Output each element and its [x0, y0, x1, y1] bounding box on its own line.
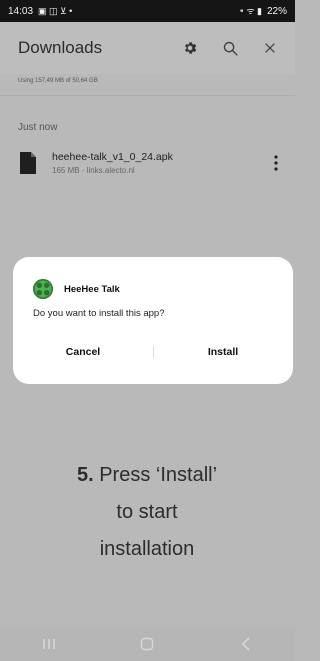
app-logo-icon — [32, 278, 54, 300]
instruction-step-text: Press ‘Install’ — [99, 464, 218, 486]
recent-apps-icon — [43, 639, 55, 649]
search-button[interactable] — [219, 37, 241, 59]
toolbar-actions — [179, 37, 281, 59]
gear-icon — [185, 42, 197, 54]
search-icon — [223, 41, 238, 56]
more-options-button[interactable] — [269, 151, 283, 175]
instruction-line-1: 5. Press ‘Install’ — [18, 457, 276, 494]
notification-icons: ▣ ◫ ⊻ • — [38, 5, 73, 16]
clock: 14:03 — [8, 5, 34, 17]
home-button[interactable] — [135, 634, 159, 654]
header-divider — [0, 95, 295, 96]
dialog-app-name: HeeHee Talk — [64, 283, 120, 295]
more-vertical-icon — [274, 155, 278, 171]
file-name: heehee-talk_v1_0_24.apk — [52, 151, 173, 163]
dialog-actions: Cancel Install — [13, 341, 293, 363]
instruction-caption: 5. Press ‘Install’ to start installation — [18, 457, 276, 568]
dialog-question: Do you want to install this app? — [33, 308, 165, 319]
connectivity-icons: ⁌ ᯤ ▮ — [239, 5, 262, 16]
instruction-line-3: installation — [99, 538, 195, 560]
back-button[interactable] — [234, 634, 258, 654]
close-icon — [265, 43, 275, 53]
recent-apps-button[interactable] — [37, 634, 61, 654]
dialog-app-header: HeeHee Talk — [32, 278, 120, 300]
install-dialog: HeeHee Talk Do you want to install this … — [13, 257, 293, 384]
file-icon — [20, 152, 36, 174]
download-list-item[interactable]: heehee-talk_v1_0_24.apk 165 MB · links.a… — [18, 145, 283, 181]
section-heading: Just now — [18, 122, 58, 133]
back-icon — [241, 637, 250, 651]
status-bar: 14:03 ▣ ◫ ⊻ • ⁌ ᯤ ▮ 22% — [0, 0, 295, 22]
settings-button[interactable] — [179, 37, 201, 59]
status-right: ⁌ ᯤ ▮ 22% — [239, 6, 287, 17]
instruction-step-number: 5. — [76, 464, 94, 486]
page-title: Downloads — [18, 38, 103, 57]
instruction-line-2: to start — [116, 501, 178, 523]
install-button[interactable]: Install — [153, 341, 293, 363]
cancel-button[interactable]: Cancel — [13, 341, 153, 363]
navigation-bar — [0, 627, 295, 661]
battery-percentage: 22% — [266, 5, 287, 17]
storage-usage: Using 157,49 MB of 50,64 GB — [18, 78, 98, 84]
app-bar: Downloads — [0, 22, 295, 74]
close-button[interactable] — [259, 37, 281, 59]
home-icon — [141, 637, 154, 651]
status-left: 14:03 ▣ ◫ ⊻ • — [8, 6, 72, 17]
file-details: heehee-talk_v1_0_24.apk 165 MB · links.a… — [52, 151, 269, 175]
file-meta: 165 MB · links.alecto.nl — [52, 166, 135, 175]
